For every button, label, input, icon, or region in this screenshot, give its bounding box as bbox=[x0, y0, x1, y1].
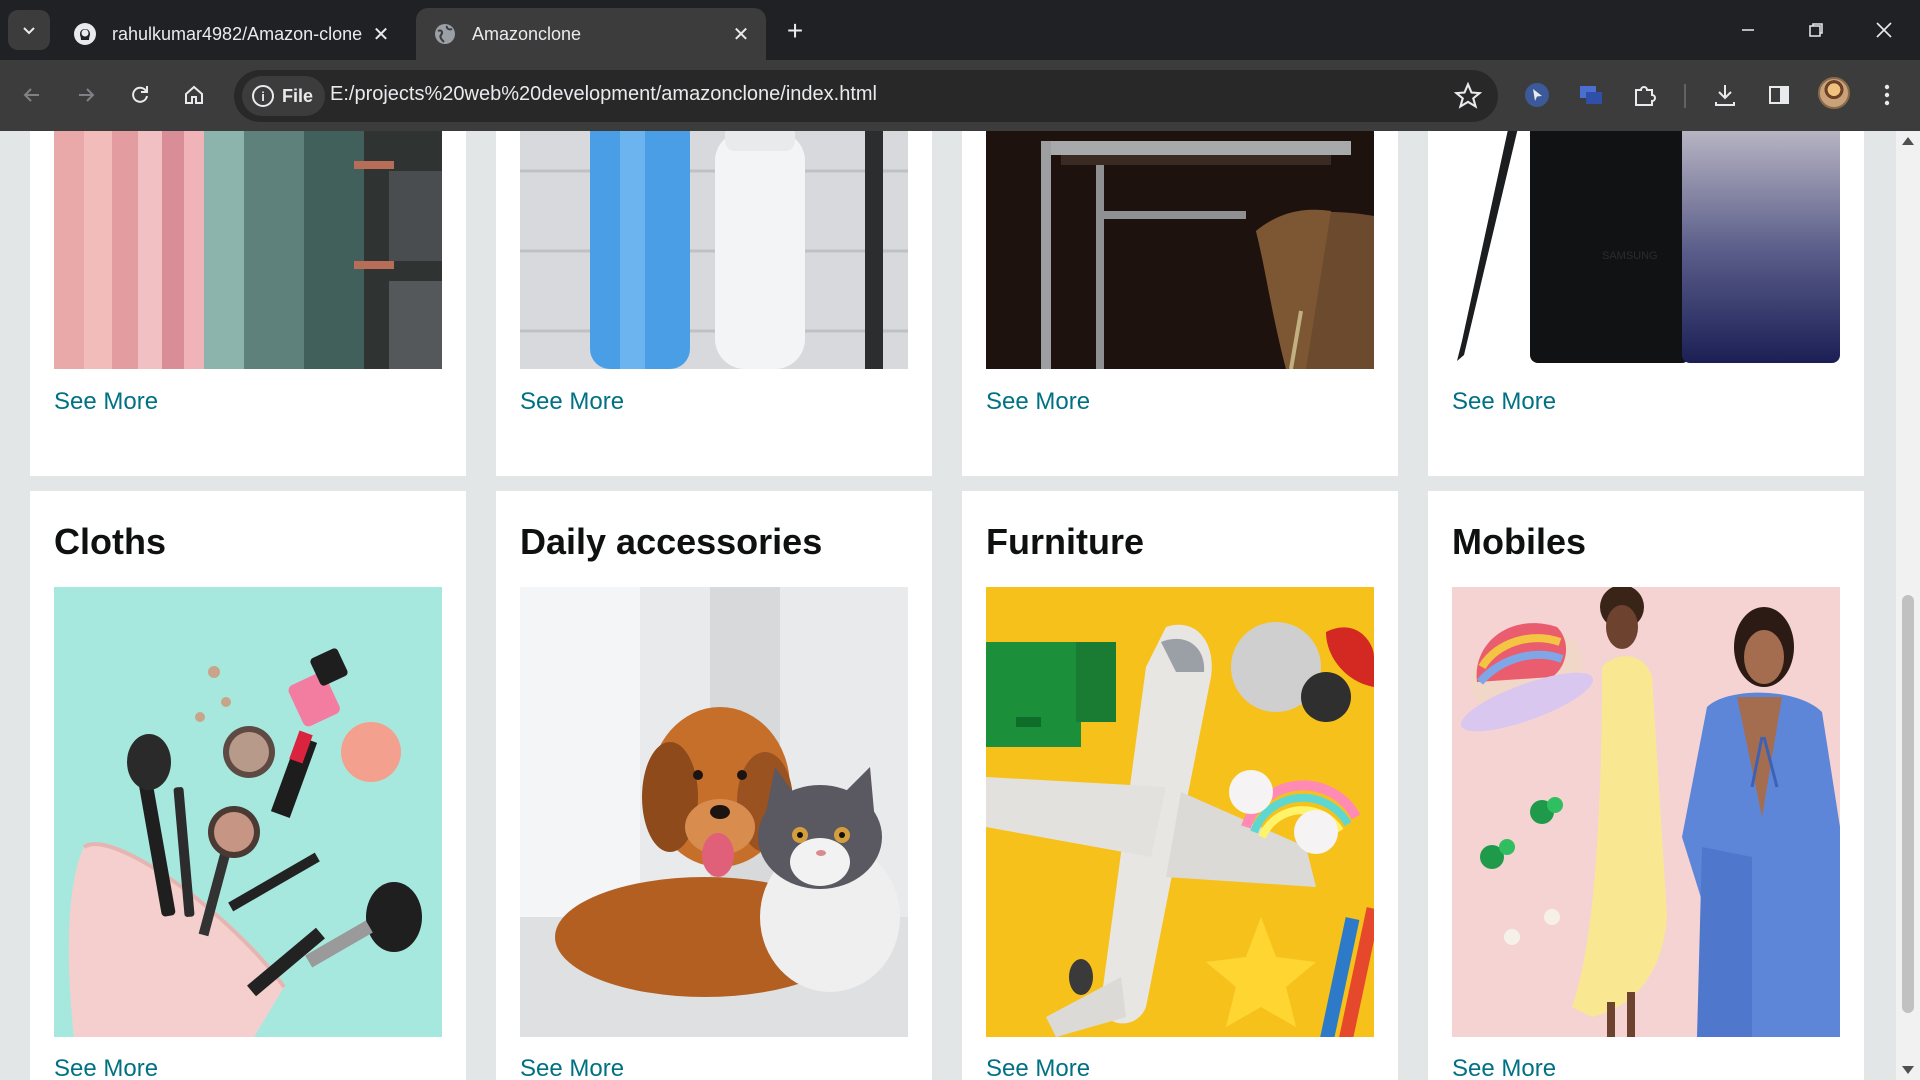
tab-strip: rahulkumar4982/Amazon-clone ✕ Amazonclon… bbox=[0, 0, 1920, 60]
see-more-link[interactable]: See More bbox=[54, 1055, 158, 1080]
tab-github[interactable]: rahulkumar4982/Amazon-clone ✕ bbox=[56, 8, 406, 60]
chevron-down-icon bbox=[23, 27, 35, 35]
reload-button[interactable] bbox=[120, 75, 160, 115]
samsung-phone-photo[interactable]: SAMSUNG bbox=[1452, 131, 1840, 369]
tab-amazonclone[interactable]: Amazonclone ✕ bbox=[416, 8, 766, 60]
category-card: Furniture See More bbox=[962, 491, 1398, 1080]
home-button[interactable] bbox=[174, 75, 214, 115]
close-window-button[interactable] bbox=[1854, 10, 1914, 50]
browser-chrome: rahulkumar4982/Amazon-clone ✕ Amazonclon… bbox=[0, 0, 1920, 131]
reload-icon bbox=[132, 86, 148, 103]
category-card: See More bbox=[962, 131, 1398, 476]
card-title: Cloths bbox=[54, 521, 166, 562]
category-card: Daily accessories See More bbox=[496, 491, 932, 1080]
close-icon bbox=[1876, 22, 1892, 38]
phone-brand-text: SAMSUNG bbox=[1602, 250, 1658, 262]
see-more-link[interactable]: See More bbox=[520, 1055, 624, 1080]
back-button[interactable] bbox=[12, 75, 52, 115]
tab-title: Amazonclone bbox=[472, 23, 582, 44]
see-more-link[interactable]: See More bbox=[1452, 388, 1556, 416]
toolbar-divider bbox=[1684, 84, 1686, 108]
card-title: Mobiles bbox=[1452, 521, 1587, 562]
toy-plane-photo[interactable] bbox=[986, 587, 1374, 1037]
scroll-thumb[interactable] bbox=[1902, 595, 1914, 1013]
menu-kebab-icon[interactable] bbox=[1868, 76, 1906, 114]
curtains-photo[interactable] bbox=[54, 131, 442, 369]
makeup-photo[interactable] bbox=[54, 587, 442, 1037]
category-card: See More bbox=[496, 131, 932, 476]
globe-icon bbox=[432, 21, 458, 47]
github-icon bbox=[72, 21, 98, 47]
url-text[interactable]: E:/projects%20web%20development/amazoncl… bbox=[330, 83, 877, 106]
minimize-icon bbox=[1742, 29, 1754, 31]
toiletries-photo[interactable] bbox=[520, 131, 908, 369]
close-icon[interactable]: ✕ bbox=[366, 19, 396, 49]
restore-icon bbox=[1809, 23, 1823, 37]
dog-cat-photo[interactable] bbox=[520, 587, 908, 1037]
tab-title: rahulkumar4982/Amazon-clone bbox=[112, 23, 363, 44]
category-card: SAMSUNG See More bbox=[1428, 131, 1864, 476]
restore-button[interactable] bbox=[1786, 10, 1846, 50]
see-more-link[interactable]: See More bbox=[1452, 1055, 1556, 1080]
desk-chair-photo[interactable] bbox=[986, 131, 1374, 369]
forward-button[interactable] bbox=[66, 75, 106, 115]
fashion-photo[interactable] bbox=[1452, 587, 1840, 1037]
extensions-puzzle-icon[interactable] bbox=[1626, 76, 1664, 114]
address-bar[interactable]: i File E:/projects%20web%20development/a… bbox=[234, 70, 1498, 122]
side-panel-icon[interactable] bbox=[1760, 76, 1798, 114]
minimize-button[interactable] bbox=[1718, 10, 1778, 50]
see-more-link[interactable]: See More bbox=[986, 1055, 1090, 1080]
info-icon: i bbox=[252, 85, 274, 107]
see-more-link[interactable]: See More bbox=[986, 388, 1090, 416]
category-card: See More bbox=[30, 131, 466, 476]
tab-search-button[interactable] bbox=[8, 10, 50, 50]
scroll-up-arrow-icon[interactable] bbox=[1902, 137, 1914, 145]
page-viewport: See More See More See More SAMSUNG See M… bbox=[0, 131, 1896, 1080]
category-card: Cloths See More bbox=[30, 491, 466, 1080]
arrow-left-icon bbox=[23, 88, 39, 102]
see-more-link[interactable]: See More bbox=[54, 388, 158, 416]
arrow-right-icon bbox=[79, 88, 95, 102]
download-icon[interactable] bbox=[1706, 76, 1744, 114]
see-more-link[interactable]: See More bbox=[520, 388, 624, 416]
extension-screens-icon[interactable] bbox=[1572, 76, 1610, 114]
card-title: Daily accessories bbox=[520, 521, 823, 562]
file-chip-label: File bbox=[282, 85, 314, 106]
card-title: Furniture bbox=[986, 521, 1144, 562]
profile-avatar[interactable] bbox=[1818, 77, 1850, 109]
site-info-chip[interactable]: i File bbox=[242, 76, 326, 116]
bookmark-star-icon[interactable] bbox=[1454, 82, 1482, 110]
page-scrollbar[interactable] bbox=[1896, 131, 1920, 1080]
browser-toolbar: i File E:/projects%20web%20development/a… bbox=[0, 60, 1920, 131]
extension-cursor-icon[interactable] bbox=[1518, 76, 1556, 114]
new-tab-button[interactable]: + bbox=[778, 14, 812, 48]
close-icon[interactable]: ✕ bbox=[726, 19, 756, 49]
home-icon bbox=[185, 85, 203, 104]
category-card: Mobiles See More bbox=[1428, 491, 1864, 1080]
scroll-down-arrow-icon[interactable] bbox=[1902, 1066, 1914, 1074]
